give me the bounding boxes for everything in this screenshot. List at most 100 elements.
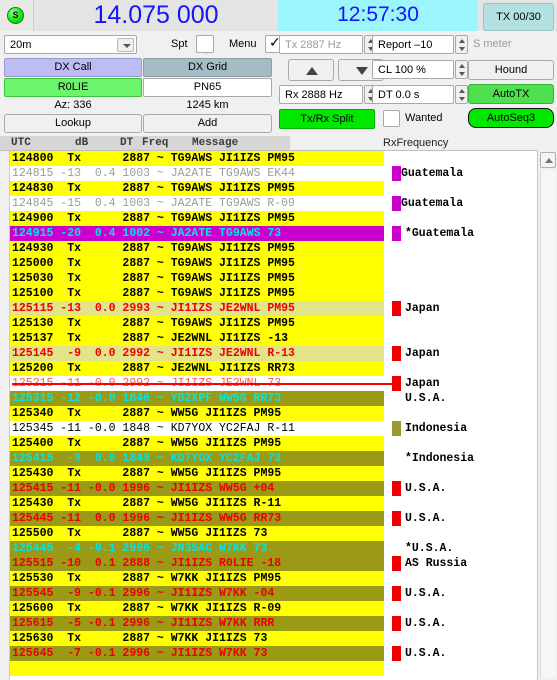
table-row[interactable]: 125445 -11 0.0 1996 ~ JI1IZS WW5G RR73 U.… bbox=[10, 511, 537, 526]
row-text: 125415 -9 0.0 1849 ~ KD7YOX YC2FAJ 73 bbox=[12, 452, 282, 465]
row-text: 125415 -11 -0.0 1996 ~ JI1IZS WW5G +04 bbox=[12, 482, 275, 495]
table-row[interactable]: 125430 Tx 2887 ~ WW5G JI1IZS PM95 bbox=[10, 466, 537, 481]
spinner-down-icon[interactable] bbox=[459, 47, 465, 51]
tx-frequency-field[interactable]: Tx 2887 Hz bbox=[279, 35, 363, 54]
table-row[interactable] bbox=[10, 661, 537, 676]
row-text: 125430 Tx 2887 ~ WW5G JI1IZS R-11 bbox=[12, 497, 282, 510]
country-label: Japan bbox=[405, 302, 440, 315]
country-color-marker bbox=[392, 586, 401, 601]
country-label: AS Russia bbox=[405, 557, 468, 570]
dx-call-label[interactable]: DX Call bbox=[4, 58, 142, 77]
top-status-bar: S 14.075 000 12:57:30 TX 00/30 bbox=[0, 0, 557, 31]
column-header-utc[interactable]: UTC bbox=[11, 136, 31, 150]
spinner-up-icon[interactable] bbox=[459, 64, 465, 68]
dx-call-input[interactable]: R0LIE bbox=[4, 78, 142, 97]
table-row[interactable]: 125200 Tx 2887 ~ JE2WNL JI1IZS RR73 bbox=[10, 361, 537, 376]
table-row[interactable]: 125415 -9 0.0 1849 ~ KD7YOX YC2FAJ 73 *In… bbox=[10, 451, 537, 466]
table-row[interactable]: 125315 -12 -0.0 1846 ~ YB2XPF WW5G RR73 U… bbox=[10, 391, 537, 406]
table-row[interactable]: 125340 Tx 2887 ~ WW5G JI1IZS PM95 bbox=[10, 406, 537, 421]
table-row[interactable]: 124930 Tx 2887 ~ TG9AWS JI1IZS PM95 bbox=[10, 241, 537, 256]
country-color-marker bbox=[392, 421, 401, 436]
auto-tx-button[interactable]: AutoTX bbox=[468, 84, 554, 104]
table-row[interactable]: 125345 -11 -0.0 1848 ~ KD7YOX YC2FAJ R-1… bbox=[10, 421, 537, 436]
table-row[interactable]: 125615 -5 -0.1 2996 ~ JI1IZS W7KK RRR U.S… bbox=[10, 616, 537, 631]
row-text: 125445 -4 -0.1 2996 ~ JN3SAC W7KK 73 bbox=[12, 542, 268, 555]
status-led-cell: S bbox=[0, 0, 34, 31]
decodes-table: 124800 Tx 2887 ~ TG9AWS JI1IZS PM95 12481… bbox=[0, 150, 557, 680]
chevron-down-icon[interactable] bbox=[117, 38, 134, 52]
table-row[interactable]: 125000 Tx 2887 ~ TG9AWS JI1IZS PM95 bbox=[10, 256, 537, 271]
table-row[interactable]: 125400 Tx 2887 ~ WW5G JI1IZS PM95 bbox=[10, 436, 537, 451]
spinner-down-icon[interactable] bbox=[459, 97, 465, 101]
scrollbar-track[interactable] bbox=[540, 170, 556, 678]
table-row[interactable]: 125430 Tx 2887 ~ WW5G JI1IZS R-11 bbox=[10, 496, 537, 511]
table-row[interactable]: 125415 -11 -0.0 1996 ~ JI1IZS WW5G +04 U.… bbox=[10, 481, 537, 496]
scroll-up-icon[interactable] bbox=[540, 152, 556, 168]
column-header-message[interactable]: Message bbox=[192, 136, 238, 150]
cl-field[interactable]: CL 100 % bbox=[372, 60, 454, 79]
dx-grid-input[interactable]: PN65 bbox=[143, 78, 272, 97]
country-label: *Indonesia bbox=[405, 452, 475, 465]
row-text: 124930 Tx 2887 ~ TG9AWS JI1IZS PM95 bbox=[12, 242, 295, 255]
table-row[interactable]: 125137 Tx 2887 ~ JE2WNL JI1IZS -13 bbox=[10, 331, 537, 346]
table-row[interactable]: 125445 -4 -0.1 2996 ~ JN3SAC W7KK 73 *U.S… bbox=[10, 541, 537, 556]
table-row[interactable]: 125630 Tx 2887 ~ W7KK JI1IZS 73 bbox=[10, 631, 537, 646]
table-row[interactable]: 125545 -9 -0.1 2996 ~ JI1IZS W7KK -04 U.S… bbox=[10, 586, 537, 601]
rx-frequency-field[interactable]: Rx 2888 Hz bbox=[279, 85, 363, 104]
row-text: 125115 -13 0.0 2993 ~ JI1IZS JE2WNL PM95 bbox=[12, 302, 295, 315]
table-row[interactable]: 125515 -10 0.1 2888 ~ JI1IZS R0LIE -18 AS… bbox=[10, 556, 537, 571]
report-field[interactable]: Report –10 bbox=[372, 35, 454, 54]
column-header-dt[interactable]: DT bbox=[120, 136, 133, 150]
table-row[interactable]: 125600 Tx 2887 ~ W7KK JI1IZS R-09 bbox=[10, 601, 537, 616]
table-row[interactable]: 124815 -13 0.4 1003 ~ JA2ATE TG9AWS EK44… bbox=[10, 166, 537, 181]
spinner-down-icon[interactable] bbox=[459, 72, 465, 76]
rx-frequency-value: Rx 2888 Hz bbox=[285, 89, 343, 101]
spinner-up-icon[interactable] bbox=[459, 39, 465, 43]
column-header-freq[interactable]: Freq bbox=[142, 136, 168, 150]
table-row[interactable]: 125030 Tx 2887 ~ TG9AWS JI1IZS PM95 bbox=[10, 271, 537, 286]
table-scrollbar[interactable] bbox=[537, 150, 557, 680]
spt-checkbox[interactable] bbox=[196, 35, 214, 53]
dx-grid-label[interactable]: DX Grid bbox=[143, 58, 272, 77]
spinner-up-icon[interactable] bbox=[459, 89, 465, 93]
country-label: U.S.A. bbox=[405, 512, 447, 525]
table-row[interactable]: 124800 Tx 2887 ~ TG9AWS JI1IZS PM95 bbox=[10, 151, 537, 166]
lookup-button[interactable]: Lookup bbox=[4, 114, 142, 133]
table-row[interactable]: 125500 Tx 2887 ~ WW5G JI1IZS 73 bbox=[10, 526, 537, 541]
hound-button[interactable]: Hound bbox=[468, 60, 554, 80]
row-text: 125530 Tx 2887 ~ W7KK JI1IZS PM95 bbox=[12, 572, 282, 585]
row-text bbox=[12, 661, 171, 676]
tx-rx-split-button[interactable]: Tx/Rx Split bbox=[279, 109, 375, 129]
table-row[interactable]: 124900 Tx 2887 ~ TG9AWS JI1IZS PM95 bbox=[10, 211, 537, 226]
cl-spinner[interactable] bbox=[455, 60, 468, 79]
add-button[interactable]: Add bbox=[143, 114, 272, 133]
table-row[interactable]: 124915 -20 0.4 1002 ~ JA2ATE TG9AWS 73 *G… bbox=[10, 226, 537, 241]
table-left-gutter bbox=[0, 151, 10, 680]
table-row[interactable]: 125115 -13 0.0 2993 ~ JI1IZS JE2WNL PM95… bbox=[10, 301, 537, 316]
column-header-db[interactable]: dB bbox=[75, 136, 88, 150]
status-led-icon[interactable]: S bbox=[7, 7, 24, 24]
table-row[interactable]: 125145 -9 0.0 2992 ~ JI1IZS JE2WNL R-13 J… bbox=[10, 346, 537, 361]
wanted-label: Wanted bbox=[405, 112, 443, 124]
triangle-up-icon bbox=[306, 67, 318, 75]
table-row[interactable]: 124845 -15 0.4 1003 ~ JA2ATE TG9AWS R-09… bbox=[10, 196, 537, 211]
auto-seq-button[interactable]: AutoSeq3 bbox=[468, 108, 554, 128]
frequency-display-cell[interactable]: 14.075 000 bbox=[34, 0, 278, 31]
table-row[interactable]: 125215 -11 -0.0 2992 ~ JI1IZS JE2WNL 73 J… bbox=[10, 376, 537, 391]
country-color-marker bbox=[392, 646, 401, 661]
tx-counter-button[interactable]: TX 00/30 bbox=[483, 3, 554, 31]
report-spinner[interactable] bbox=[455, 35, 468, 54]
row-text: 125445 -11 0.0 1996 ~ JI1IZS WW5G RR73 bbox=[12, 512, 282, 525]
table-row[interactable]: 125530 Tx 2887 ~ W7KK JI1IZS PM95 bbox=[10, 571, 537, 586]
frequency-up-button[interactable] bbox=[288, 59, 334, 81]
table-row[interactable]: 125130 Tx 2887 ~ TG9AWS JI1IZS PM95 bbox=[10, 316, 537, 331]
table-row[interactable]: 125100 Tx 2887 ~ TG9AWS JI1IZS PM95 bbox=[10, 286, 537, 301]
band-select[interactable]: 20m bbox=[4, 35, 137, 54]
table-row[interactable]: 125645 -7 -0.1 2996 ~ JI1IZS W7KK 73 U.S.… bbox=[10, 646, 537, 661]
wanted-checkbox[interactable] bbox=[383, 110, 400, 127]
table-row[interactable]: 124830 Tx 2887 ~ TG9AWS JI1IZS PM95 bbox=[10, 181, 537, 196]
country-label: Japan bbox=[405, 347, 440, 360]
dt-spinner[interactable] bbox=[455, 85, 468, 104]
row-text: 124830 Tx 2887 ~ TG9AWS JI1IZS PM95 bbox=[12, 182, 295, 195]
dt-field[interactable]: DT 0.0 s bbox=[372, 85, 454, 104]
